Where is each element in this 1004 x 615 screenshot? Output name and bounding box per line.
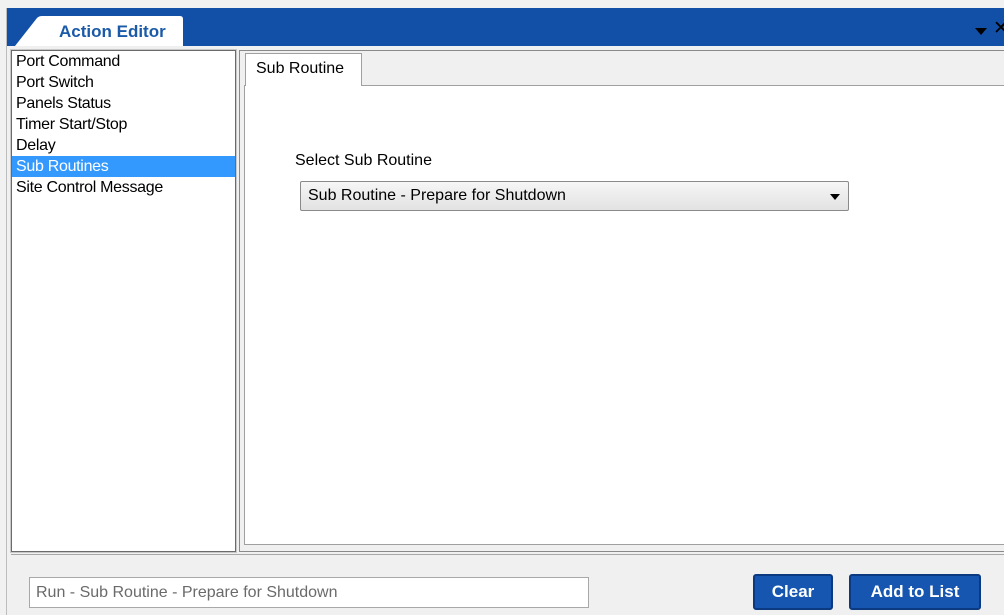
- footer-divider: [11, 554, 1004, 555]
- header-icons: ✕: [975, 18, 1004, 40]
- tab-action-editor[interactable]: Action Editor: [15, 16, 183, 46]
- action-editor-window: Action Editor ✕ Port Command Port Switch P…: [6, 8, 1004, 615]
- tab-title: Action Editor: [59, 22, 166, 41]
- sub-routine-select-value: Sub Routine - Prepare for Shutdown: [308, 187, 566, 204]
- list-item[interactable]: Panels Status: [12, 93, 235, 114]
- action-summary-field[interactable]: [29, 577, 589, 608]
- window-header: Action Editor ✕: [7, 8, 1004, 46]
- top-strip: [0, 0, 1004, 8]
- list-item[interactable]: Port Command: [12, 51, 235, 72]
- list-item[interactable]: Site Control Message: [12, 177, 235, 198]
- action-type-list: Port Command Port Switch Panels Status Time…: [10, 49, 237, 553]
- close-icon[interactable]: ✕: [993, 20, 1004, 38]
- tab-sub-routine-label: Sub Routine: [256, 60, 345, 77]
- sub-routine-page: Select Sub Routine Sub Routine - Prepare…: [244, 85, 1004, 545]
- add-to-list-button[interactable]: Add to List: [849, 574, 981, 610]
- page: Action Editor ✕ Port Command Port Switch P…: [0, 0, 1004, 615]
- clear-button[interactable]: Clear: [753, 574, 833, 610]
- list-item[interactable]: Delay: [12, 135, 235, 156]
- chevron-down-icon[interactable]: [975, 27, 987, 35]
- list-item[interactable]: Timer Start/Stop: [12, 114, 235, 135]
- tab-sub-routine[interactable]: Sub Routine: [245, 53, 362, 86]
- dropdown-arrow-icon[interactable]: [830, 194, 840, 200]
- content-panel: Sub Routine Select Sub Routine Sub Routi…: [239, 50, 1004, 552]
- list-item[interactable]: Sub Routines: [12, 156, 235, 177]
- list-item[interactable]: Port Switch: [12, 72, 235, 93]
- sub-routine-select[interactable]: Sub Routine - Prepare for Shutdown: [300, 181, 849, 211]
- select-sub-routine-label: Select Sub Routine: [295, 152, 432, 169]
